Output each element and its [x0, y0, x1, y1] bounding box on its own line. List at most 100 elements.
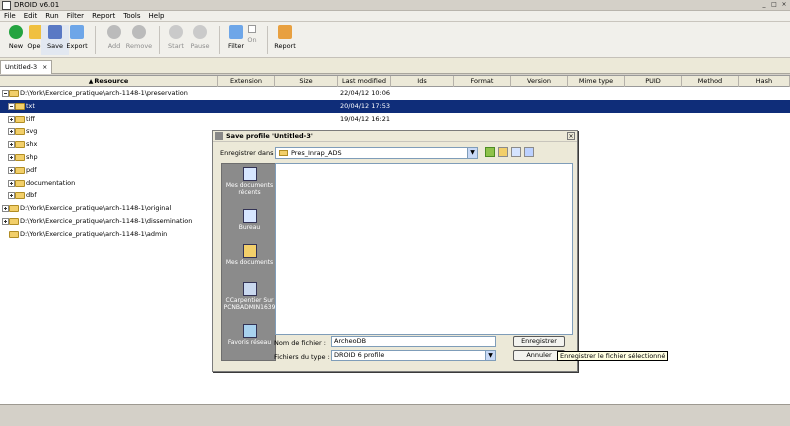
report-chart-icon	[278, 25, 292, 39]
maximize-button[interactable]: □	[770, 1, 778, 9]
save-button[interactable]: Enregistrer	[513, 336, 565, 347]
play-icon	[169, 25, 183, 39]
tab-close-icon[interactable]: ×	[42, 64, 47, 71]
filename-input[interactable]: ArcheoDB	[331, 336, 496, 347]
save-profile-dialog: Save profile 'Untitled-3' × Enregistrer …	[212, 130, 578, 372]
tab-untitled-3[interactable]: Untitled-3 ×	[0, 60, 53, 74]
back-arrow-icon[interactable]	[485, 147, 495, 157]
folder-icon	[9, 90, 19, 97]
expand-toggle-icon[interactable]	[8, 179, 15, 187]
column-last-modified[interactable]: Last modified	[338, 76, 391, 87]
window-title: DROID v6.01	[14, 1, 60, 9]
save-tooltip: Enregistrer le fichier sélectionné	[557, 351, 669, 361]
filter-on-checkbox[interactable]: On	[242, 25, 262, 55]
menu-tools[interactable]: Tools	[119, 11, 144, 21]
folder-icon	[15, 115, 25, 123]
pause-icon	[193, 25, 207, 39]
toolbar-separator	[95, 26, 96, 54]
place-label: CCarpentier Sur PCNBADMIN1639	[223, 297, 276, 311]
expand-toggle-icon[interactable]	[2, 205, 9, 213]
save-icon	[48, 25, 62, 39]
expand-toggle-icon[interactable]	[8, 115, 15, 123]
folder-icon	[15, 192, 25, 200]
collapse-toggle-icon[interactable]	[2, 90, 9, 97]
remove-button[interactable]: Remove	[125, 25, 153, 55]
expand-toggle-icon[interactable]	[8, 141, 15, 149]
export-label: Export	[66, 42, 88, 50]
menu-edit[interactable]: Edit	[20, 11, 42, 21]
pause-button[interactable]: Pause	[186, 25, 214, 55]
place-label: Favoris réseau	[227, 339, 272, 346]
minimize-button[interactable]: _	[760, 1, 768, 9]
close-window-button[interactable]: ×	[780, 1, 788, 9]
column-resource[interactable]: ▲Resource	[0, 76, 218, 87]
column-mime-type[interactable]: Mime type	[568, 76, 625, 87]
file-list[interactable]	[275, 163, 573, 335]
look-in-dropdown[interactable]: Pres_Inrap_ADS ▼	[275, 147, 478, 159]
place-my-documents[interactable]: Mes documents	[222, 244, 277, 266]
table-row[interactable]: D:\York\Exercice_pratique\arch-1148-1\pr…	[0, 87, 790, 100]
resource-name: pdf	[26, 165, 37, 174]
expand-toggle-icon[interactable]	[8, 128, 15, 136]
column-format[interactable]: Format	[454, 76, 511, 87]
places-bar: Mes documents récents Bureau Mes documen…	[221, 163, 276, 361]
expand-toggle-icon[interactable]	[2, 217, 9, 225]
table-header: ▲Resource Extension Size Last modified I…	[0, 76, 790, 87]
place-network[interactable]: Favoris réseau	[222, 324, 277, 346]
export-button[interactable]: Export	[63, 25, 91, 55]
folder-icon	[9, 205, 19, 213]
report-button[interactable]: Report	[271, 25, 299, 55]
filename-label: Nom de fichier :	[274, 339, 326, 347]
toolbar-separator	[219, 26, 220, 54]
resource-name: txt	[26, 101, 35, 110]
menu-filter[interactable]: Filter	[63, 11, 88, 21]
add-button[interactable]: Add	[100, 25, 128, 55]
dialog-close-button[interactable]: ×	[567, 132, 575, 140]
up-folder-icon[interactable]	[498, 147, 508, 157]
column-method[interactable]: Method	[682, 76, 739, 87]
column-extension[interactable]: Extension	[218, 76, 275, 87]
column-hash[interactable]: Hash	[739, 76, 790, 87]
table-row[interactable]: tiff 19/04/12 16:21	[0, 113, 790, 126]
chevron-down-icon[interactable]: ▼	[467, 148, 477, 158]
resource-name: tiff	[26, 114, 35, 123]
filetype-label: Fichiers du type :	[274, 353, 330, 361]
remove-label: Remove	[125, 42, 153, 50]
expand-toggle-icon[interactable]	[8, 192, 15, 200]
place-computer[interactable]: CCarpentier Sur PCNBADMIN1639	[222, 282, 277, 311]
chevron-down-icon[interactable]: ▼	[485, 351, 495, 360]
column-puid[interactable]: PUID	[625, 76, 682, 87]
window-controls: _ □ ×	[760, 1, 788, 9]
menu-report[interactable]: Report	[88, 11, 119, 21]
column-ids[interactable]: Ids	[391, 76, 454, 87]
filetype-select[interactable]: DROID 6 profile ▼	[331, 350, 496, 361]
column-version[interactable]: Version	[511, 76, 568, 87]
table-row[interactable]: txt 20/04/12 17:53	[0, 99, 790, 113]
menu-file[interactable]: File	[0, 11, 20, 21]
last-modified-cell: 19/04/12 16:21	[340, 114, 390, 123]
recent-docs-icon	[242, 167, 257, 181]
menu-run[interactable]: Run	[41, 11, 62, 21]
expand-toggle-icon[interactable]	[8, 166, 15, 174]
status-bar	[0, 404, 790, 426]
folder-icon	[15, 102, 25, 110]
add-icon	[107, 25, 121, 39]
dialog-nav-tools	[485, 147, 534, 157]
pause-label: Pause	[190, 42, 210, 50]
column-label: Resource	[94, 77, 129, 85]
menu-help[interactable]: Help	[145, 11, 169, 21]
column-size[interactable]: Size	[275, 76, 338, 87]
add-label: Add	[107, 42, 121, 50]
place-recent-documents[interactable]: Mes documents récents	[222, 167, 277, 196]
view-menu-icon[interactable]	[524, 147, 534, 157]
place-desktop[interactable]: Bureau	[222, 209, 277, 231]
resource-name: shp	[26, 152, 38, 161]
checkbox-icon	[248, 25, 256, 33]
look-in-value: Pres_Inrap_ADS	[291, 149, 342, 157]
expand-toggle-icon[interactable]	[8, 153, 15, 161]
new-folder-icon[interactable]	[511, 147, 521, 157]
resource-name: dbf	[26, 191, 37, 200]
export-icon	[70, 25, 84, 39]
collapse-toggle-icon[interactable]	[8, 102, 15, 110]
tab-label: Untitled-3	[5, 63, 38, 71]
